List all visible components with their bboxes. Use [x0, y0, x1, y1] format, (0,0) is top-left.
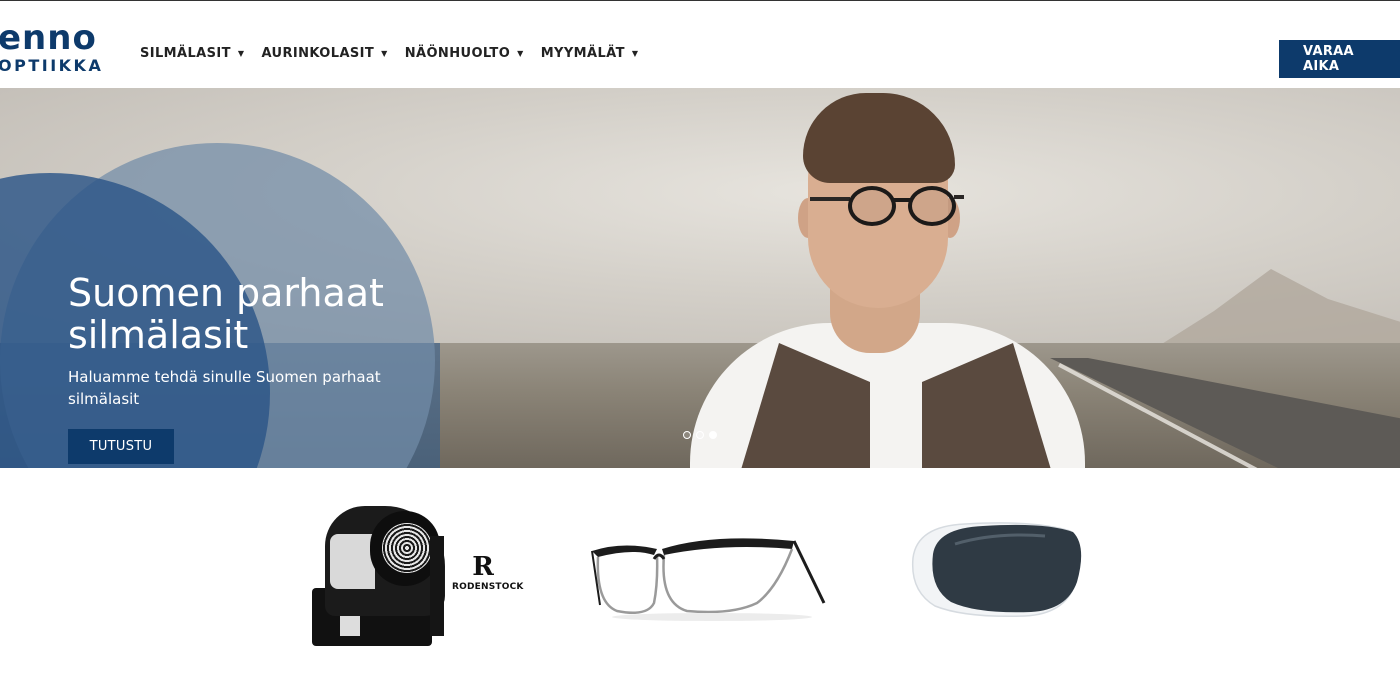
caret-down-icon: ▼ — [237, 49, 245, 58]
glasses-temple-left — [810, 197, 850, 201]
nav-label: NÄÖNHUOLTO — [404, 46, 511, 61]
lens-icon — [911, 522, 1082, 618]
hero-cta-button[interactable]: TUTUSTU — [68, 429, 174, 464]
eyeglasses-icon — [591, 538, 826, 621]
nav-label: MYYMÄLÄT — [540, 46, 625, 61]
nav-item-silmalasit[interactable]: SILMÄLASIT ▼ — [140, 46, 244, 61]
device-side — [330, 534, 375, 589]
hero-banner: Suomen parhaat silmälasit Haluamme tehdä… — [0, 88, 1400, 468]
carousel-dot-2[interactable] — [696, 431, 704, 439]
spiral-target-icon — [382, 523, 432, 573]
cta-label: VARAA AIKA — [1303, 44, 1354, 74]
carousel-dot-1[interactable] — [683, 431, 691, 439]
nav-label: SILMÄLASIT — [140, 46, 231, 61]
device-panel — [340, 614, 360, 636]
hero-model-image — [690, 88, 1090, 468]
hero-title: Suomen parhaat silmälasit — [68, 271, 384, 357]
caret-down-icon: ▼ — [517, 49, 524, 58]
caret-down-icon: ▼ — [381, 49, 388, 58]
product-row: R RODENSTOCK — [0, 468, 1400, 700]
rodenstock-logo: R RODENSTOCK — [452, 552, 524, 592]
rodenstock-mark: R — [472, 552, 494, 582]
nav-label: AURINKOLASIT — [261, 46, 375, 61]
rodenstock-wordmark: RODENSTOCK — [452, 582, 524, 592]
device-arm — [430, 536, 444, 636]
glasses-icon — [810, 181, 964, 231]
site-header: enno OPTIIKKA SILMÄLASIT ▼ AURINKOLASIT … — [0, 1, 1400, 88]
glasses-temple-right — [954, 195, 964, 199]
logo-line2: OPTIIKKA — [0, 56, 104, 75]
caret-down-icon: ▼ — [631, 49, 639, 58]
hair — [803, 93, 955, 183]
nav-item-myymalat[interactable]: MYYMÄLÄT ▼ — [541, 46, 639, 61]
nav-item-naonhuolto[interactable]: NÄÖNHUOLTO ▼ — [405, 46, 524, 61]
product-eye-exam-device[interactable]: R RODENSTOCK — [300, 496, 524, 651]
nav-item-aurinkolasit[interactable]: AURINKOLASIT ▼ — [261, 46, 387, 61]
product-sun-lens[interactable] — [895, 496, 1110, 656]
carousel-dots — [683, 431, 722, 439]
main-nav: SILMÄLASIT ▼ AURINKOLASIT ▼ NÄÖNHUOLTO ▼… — [140, 46, 655, 61]
logo[interactable]: enno OPTIIKKA — [0, 21, 103, 75]
glasses-lens-right — [908, 186, 956, 226]
hero-content: Suomen parhaat silmälasit Haluamme tehdä… — [68, 272, 428, 464]
logo-line1: enno — [0, 18, 97, 58]
carousel-dot-3[interactable] — [709, 431, 717, 439]
book-appointment-button[interactable]: VARAA AIKA — [1279, 40, 1400, 78]
glasses-lens-left — [848, 186, 896, 226]
product-eyeglass-frames[interactable] — [562, 493, 842, 653]
hero-subtitle: Haluamme tehdä sinulle Suomen parhaat si… — [68, 368, 381, 408]
